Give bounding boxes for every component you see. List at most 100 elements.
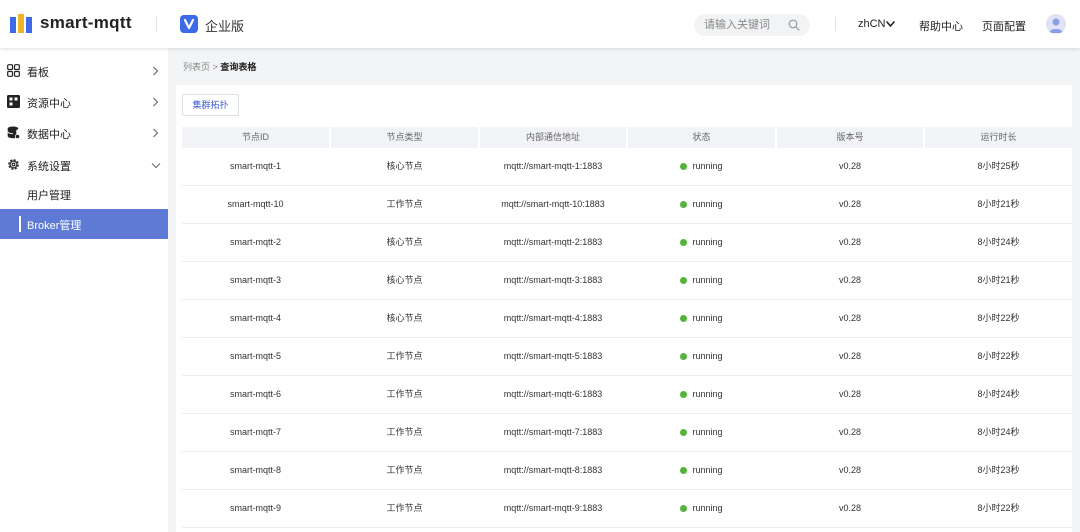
table-row: smart-mqtt-10 工作节点 mqtt://smart-mqtt-10:18… [182, 186, 1072, 224]
status-text: running [692, 237, 723, 247]
table-row: smart-mqtt-5 工作节点 mqtt://smart-mqtt-5:1883… [182, 338, 1072, 376]
sidebar-subitem-label: Broker管理 [27, 220, 82, 232]
cell-node-id: smart-mqtt-9 [229, 503, 281, 513]
column-header: 节点类型 [331, 127, 478, 148]
cell-uptime: 8小时24秒 [977, 389, 1020, 399]
column-header: 版本号 [777, 127, 923, 148]
cell-status: running [628, 186, 775, 223]
cell-status: running [628, 376, 775, 413]
cell-node-type: 工作节点 [386, 199, 423, 209]
database-icon [7, 126, 20, 139]
chevron-down-icon[interactable] [886, 20, 895, 28]
edition-label: 企业版 [205, 19, 245, 34]
app-title: smart-mqtt [40, 13, 132, 32]
cell-node-type: 核心节点 [386, 161, 423, 171]
cell-status: running [628, 148, 775, 185]
cell-version: v0.28 [838, 389, 862, 399]
table-row: smart-mqtt-7 工作节点 mqtt://smart-mqtt-7:1883… [182, 414, 1072, 452]
table-row: smart-mqtt-6 工作节点 mqtt://smart-mqtt-6:1883… [182, 376, 1072, 414]
cell-node-type: 工作节点 [386, 465, 423, 475]
main-content: 列表页 > 查询表格 集群拓扑 节点ID 节点类型 内部通信地址 状态 版本号 … [168, 48, 1080, 532]
cell-address: mqtt://smart-mqtt-4:1883 [503, 313, 603, 323]
status-text: running [692, 389, 723, 399]
table-row: smart-mqtt-4 核心节点 mqtt://smart-mqtt-4:1883… [182, 300, 1072, 338]
sidebar-item-dashboard[interactable]: 看板 [0, 56, 168, 86]
edition-icon [180, 15, 198, 33]
sidebar-item-label: 系统设置 [27, 161, 71, 173]
cell-status: running [628, 490, 775, 527]
chevron-right-icon [153, 128, 159, 138]
cell-uptime: 8小时25秒 [977, 161, 1020, 171]
breadcrumb-separator: > [212, 62, 218, 72]
cell-node-id: smart-mqtt-5 [229, 351, 281, 361]
cell-version: v0.28 [838, 237, 862, 247]
dashboard-icon [7, 64, 20, 77]
cell-address: mqtt://smart-mqtt-8:1883 [503, 465, 603, 475]
cell-version: v0.28 [838, 161, 862, 171]
status-dot-icon [680, 353, 688, 360]
sidebar-item-data-center[interactable]: 数据中心 [0, 118, 168, 148]
cell-address: mqtt://smart-mqtt-3:1883 [503, 275, 603, 285]
help-center-link[interactable]: 帮助中心 [919, 18, 963, 34]
cell-node-type: 工作节点 [386, 351, 423, 361]
logo-icon [10, 14, 32, 33]
cell-node-type: 核心节点 [386, 275, 423, 285]
header-divider [156, 16, 157, 32]
status-dot-icon [680, 391, 688, 398]
status-dot-icon [680, 467, 688, 474]
sidebar-subitem-broker-management[interactable]: Broker管理 [0, 209, 168, 239]
cell-status: running [628, 300, 775, 337]
page-config-link[interactable]: 页面配置 [982, 18, 1026, 34]
cell-node-id: smart-mqtt-6 [229, 389, 281, 399]
sidebar-item-resource-center[interactable]: 资源中心 [0, 87, 168, 117]
cell-address: mqtt://smart-mqtt-10:1883 [501, 199, 605, 209]
sidebar: 看板 资源中心 数据中心 系统设置 用户管理 Broker管理 [0, 48, 168, 532]
table-row: smart-mqtt-1 核心节点 mqtt://smart-mqtt-1:1883… [182, 148, 1072, 186]
breadcrumb-parent[interactable]: 列表页 [183, 62, 210, 72]
status-dot-icon [680, 429, 688, 436]
status-dot-icon [680, 201, 688, 208]
status-text: running [692, 161, 723, 171]
cell-uptime: 8小时24秒 [977, 427, 1020, 437]
cell-node-id: smart-mqtt-7 [229, 427, 281, 437]
status-text: running [692, 275, 723, 285]
table-header: 节点ID 节点类型 内部通信地址 状态 版本号 运行时长 [182, 127, 1072, 148]
cell-version: v0.28 [838, 275, 862, 285]
cell-status: running [628, 338, 775, 375]
avatar[interactable] [1046, 14, 1066, 34]
cell-status: running [628, 224, 775, 261]
language-selector[interactable]: zhCN [858, 18, 886, 30]
status-dot-icon [680, 505, 688, 512]
cluster-topology-button[interactable]: 集群拓扑 [182, 94, 239, 116]
cell-address: mqtt://smart-mqtt-7:1883 [503, 427, 603, 437]
search-box [694, 14, 810, 36]
table-row: smart-mqtt-2 核心节点 mqtt://smart-mqtt-2:1883… [182, 224, 1072, 262]
status-text: running [692, 351, 723, 361]
sidebar-item-system-settings[interactable]: 系统设置 [0, 150, 168, 180]
table-row: smart-mqtt-9 工作节点 mqtt://smart-mqtt-9:1883… [182, 490, 1072, 528]
status-dot-icon [680, 315, 688, 322]
search-input[interactable] [704, 17, 784, 33]
cell-uptime: 8小时22秒 [977, 503, 1020, 513]
column-header: 节点ID [182, 127, 329, 148]
table-row: smart-mqtt-8 工作节点 mqtt://smart-mqtt-8:1883… [182, 452, 1072, 490]
search-icon[interactable] [788, 19, 800, 31]
status-dot-icon [680, 163, 688, 170]
cell-uptime: 8小时21秒 [977, 199, 1020, 209]
breadcrumb-current: 查询表格 [220, 62, 257, 72]
active-indicator [19, 216, 21, 232]
status-text: running [692, 199, 723, 209]
breadcrumb: 列表页 > 查询表格 [183, 60, 256, 73]
status-dot-icon [680, 239, 688, 246]
cell-node-id: smart-mqtt-3 [229, 275, 281, 285]
status-text: running [692, 427, 723, 437]
cell-address: mqtt://smart-mqtt-5:1883 [503, 351, 603, 361]
table-row: smart-mqtt-3 核心节点 mqtt://smart-mqtt-3:1883… [182, 262, 1072, 300]
status-text: running [692, 503, 723, 513]
cell-uptime: 8小时24秒 [977, 237, 1020, 247]
cell-node-type: 工作节点 [386, 427, 423, 437]
cell-node-type: 核心节点 [386, 313, 423, 323]
cell-node-id: smart-mqtt-4 [229, 313, 281, 323]
sidebar-subitem-user-management[interactable]: 用户管理 [0, 179, 168, 209]
user-avatar-icon [1049, 18, 1063, 33]
